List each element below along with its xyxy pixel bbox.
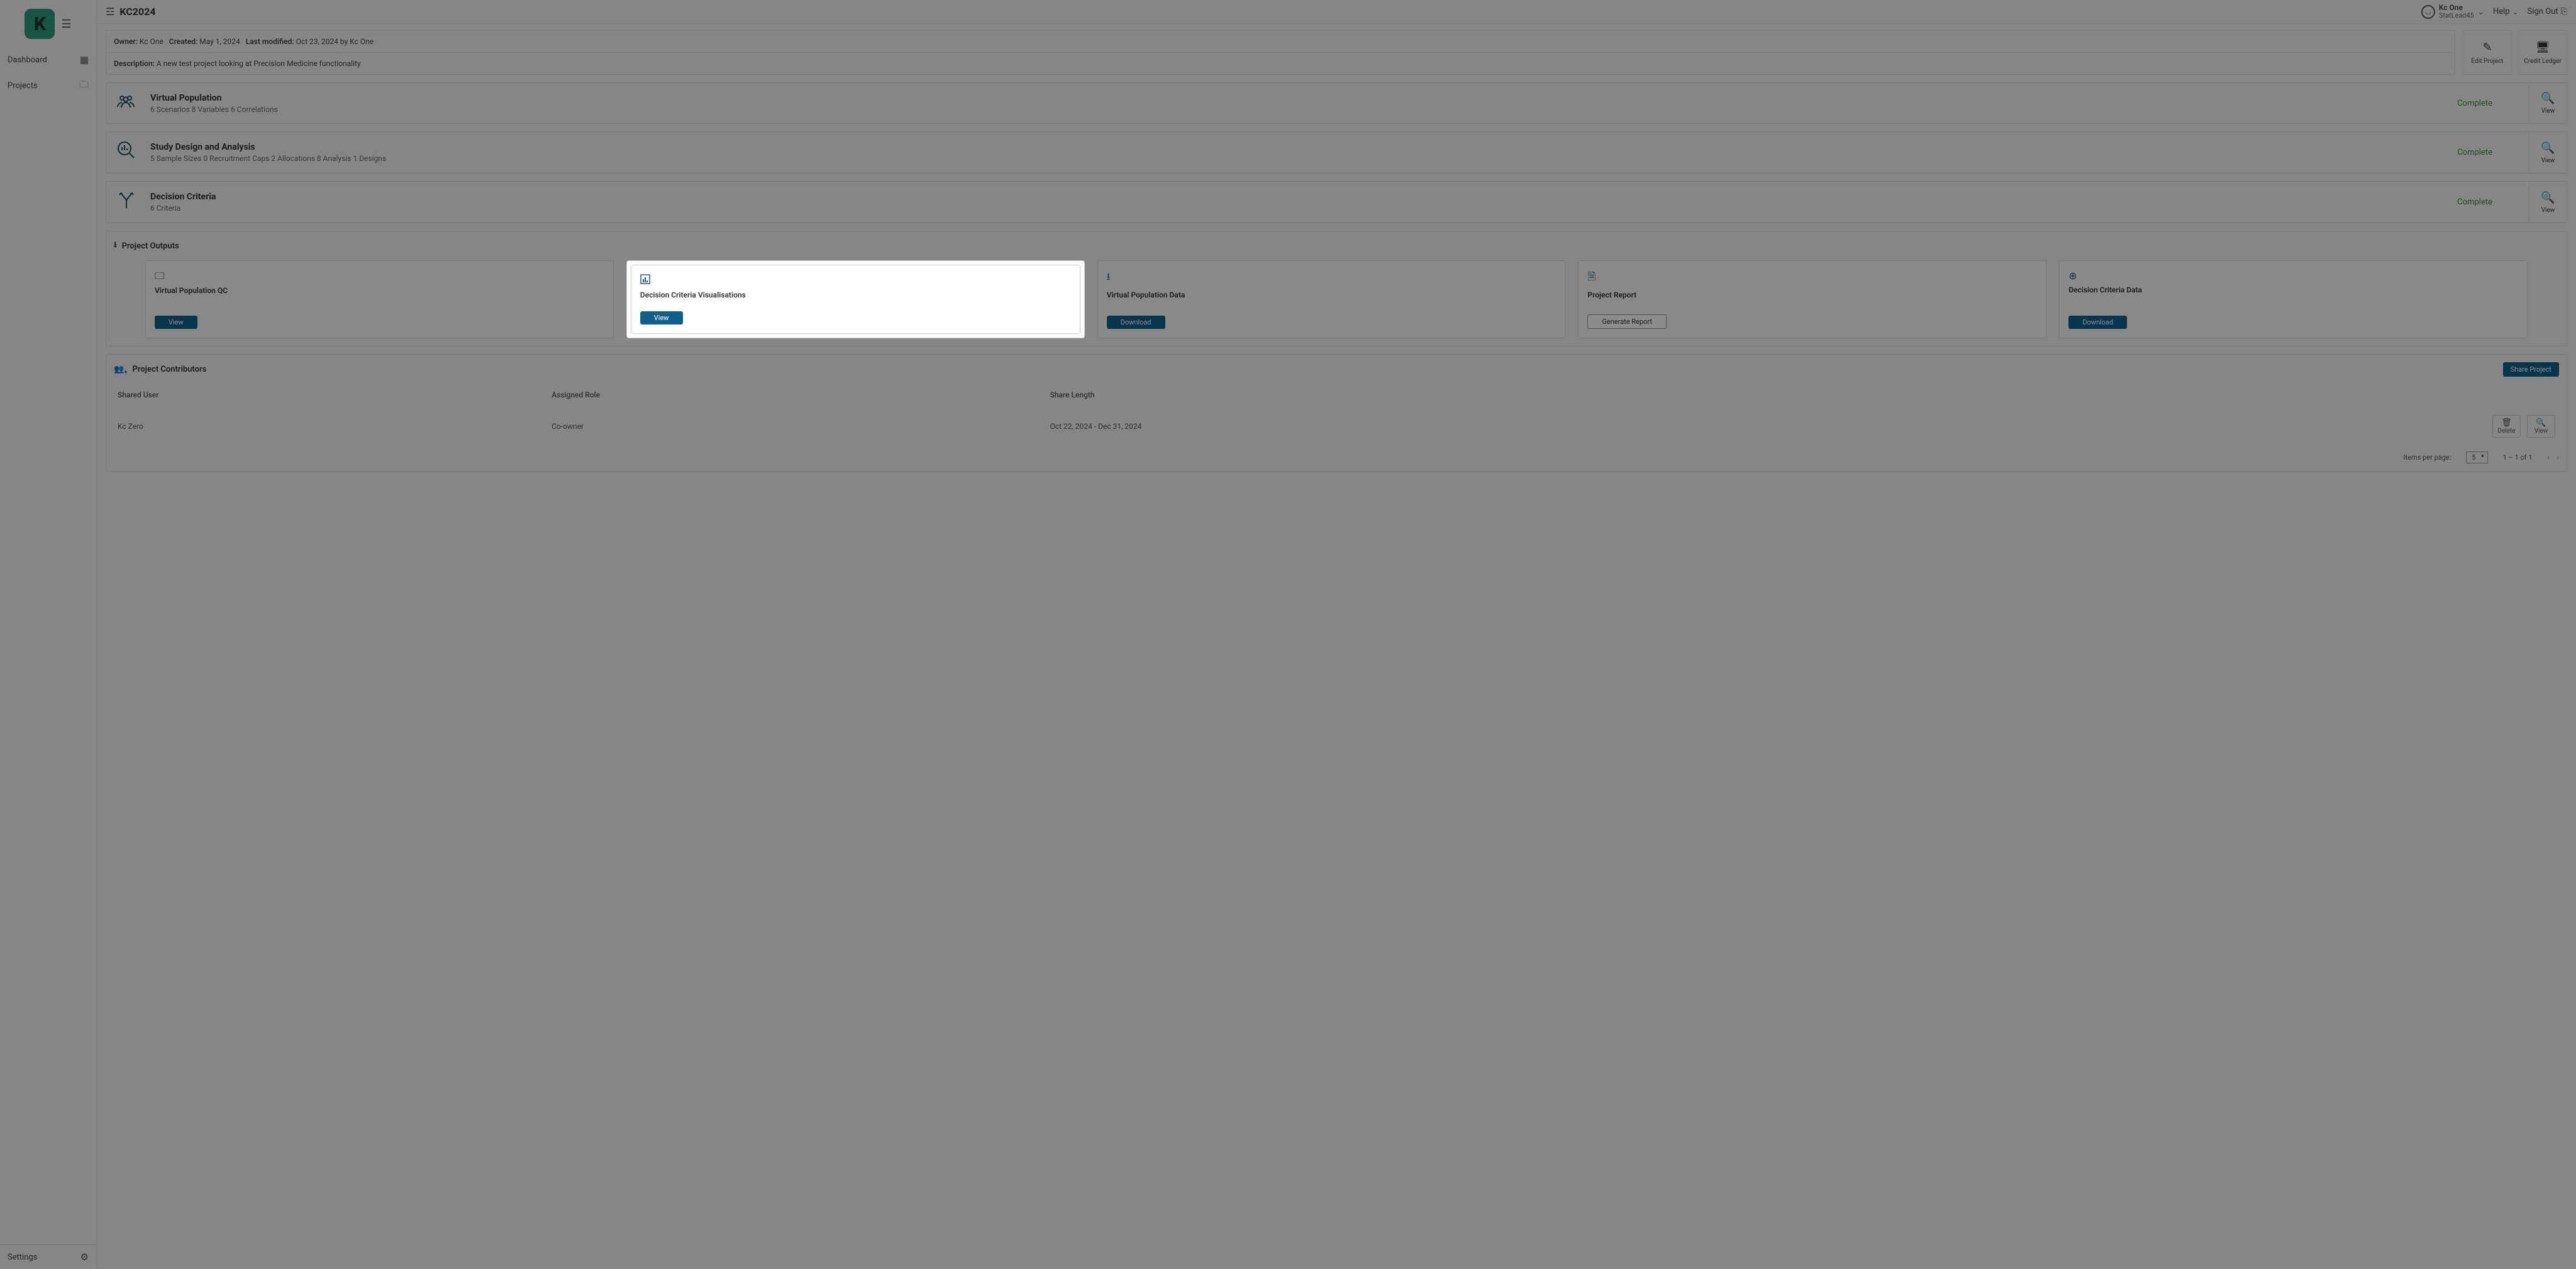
bar-chart-icon (640, 274, 1071, 287)
tour-overlay[interactable] (0, 0, 2576, 1269)
output-tile-dc-visualisations-highlight: Decision Criteria Visualisations View (626, 260, 1085, 338)
view-button[interactable]: View (640, 311, 683, 324)
